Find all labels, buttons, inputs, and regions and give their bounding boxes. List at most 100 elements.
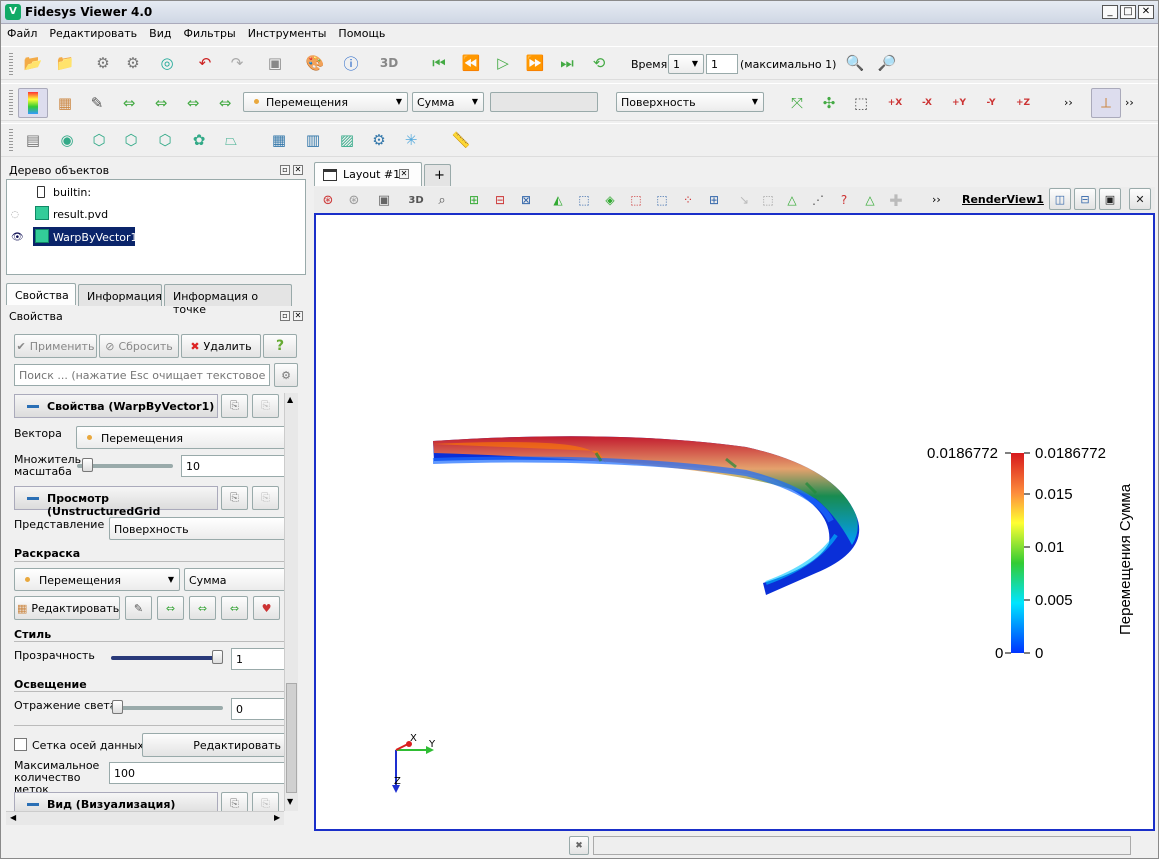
pipeline-item-warp[interactable]: WarpByVector1 <box>53 231 138 244</box>
extract-selection-icon[interactable]: ⬚ <box>756 188 780 212</box>
warp-icon[interactable]: ▥ <box>301 128 325 152</box>
first-frame-icon[interactable]: ⏮ <box>427 51 451 75</box>
tab-properties[interactable]: Свойства <box>6 283 76 305</box>
pipeline-item-result[interactable]: result.pvd <box>53 208 108 221</box>
connect-icon[interactable]: ⚙ <box>91 51 115 75</box>
contour-icon[interactable]: ◉ <box>55 128 79 152</box>
zoom-to-box-icon[interactable]: ⌕ <box>430 188 454 212</box>
scroll-thumb[interactable] <box>286 683 297 793</box>
copy-icon[interactable]: ⎘ <box>221 394 248 418</box>
copy-icon[interactable]: ⎘ <box>221 486 248 510</box>
clip-icon[interactable]: ⬡ <box>87 128 111 152</box>
reset-camera-icon[interactable]: ⤧ <box>785 91 809 115</box>
max-ticks-input[interactable]: 100 <box>109 762 286 784</box>
view-minus-x-icon[interactable]: -X <box>915 91 939 115</box>
last-frame-icon[interactable]: ⏭ <box>555 51 579 75</box>
select-block-icon[interactable]: ◭ <box>546 188 570 212</box>
specular-input[interactable]: 0 <box>231 698 286 720</box>
zoom-data-icon[interactable]: ✣ <box>817 91 841 115</box>
select-cells-icon[interactable]: ⊞ <box>462 188 486 212</box>
rescale-visible-icon[interactable]: ⇔ <box>213 91 237 115</box>
reset-camera-closest-icon[interactable]: ⊛ <box>342 188 366 212</box>
view-3d-toggle[interactable]: 3D <box>404 188 428 212</box>
rescale-time-icon[interactable]: ⇔ <box>181 91 205 115</box>
scale-factor-input[interactable]: 10 <box>181 455 286 477</box>
camera-icon[interactable]: ▣ <box>263 51 287 75</box>
select-points-interactive-icon[interactable]: ⬚ <box>624 188 648 212</box>
scroll-down-icon[interactable]: ▼ <box>287 797 293 806</box>
select-frustum-icon[interactable]: ⊠ <box>514 188 538 212</box>
open-file-icon[interactable]: 📂 <box>21 51 45 75</box>
scroll-left-icon[interactable]: ◀ <box>10 813 16 822</box>
color-legend-icon[interactable] <box>18 88 48 118</box>
extract-subset-icon[interactable]: ✿ <box>187 128 211 152</box>
paste-icon[interactable]: ⎘ <box>252 394 279 418</box>
properties-vscroll[interactable]: ▲ ▼ <box>284 393 298 811</box>
save-file-icon[interactable]: 📁 <box>53 51 77 75</box>
section-properties[interactable]: Свойства (WarpByVector1) <box>14 394 218 418</box>
coloring-component-select[interactable]: Сумма <box>184 568 286 591</box>
time-select[interactable]: 1 ▼ <box>668 54 704 74</box>
capture-screenshot-icon[interactable]: ▣ <box>372 188 396 212</box>
eye-hidden-icon[interactable]: ◌ <box>11 210 19 220</box>
group-icon[interactable]: ▨ <box>335 128 359 152</box>
undock-icon[interactable]: ▫ <box>280 311 290 321</box>
rescale-custom-icon[interactable]: ⇔ <box>149 91 173 115</box>
opacity-input[interactable]: 1 <box>231 648 286 670</box>
select-interactive-icon[interactable]: ◈ <box>598 188 622 212</box>
specular-thumb[interactable] <box>112 700 123 714</box>
disconnect-icon[interactable]: ⚙ <box>121 51 145 75</box>
advanced-settings-icon[interactable]: ⚙ <box>274 363 298 387</box>
component-select[interactable]: Сумма ▼ <box>412 92 484 112</box>
help-button[interactable]: ? <box>263 334 297 358</box>
custom-range-icon[interactable]: ✎ <box>85 91 109 115</box>
section-display[interactable]: Просмотр (UnstructuredGrid <box>14 486 218 518</box>
toolbar-grip[interactable] <box>9 129 13 153</box>
close-view-icon[interactable]: ✕ <box>1129 188 1151 210</box>
hover-cells-icon[interactable]: ⁘ <box>676 188 700 212</box>
maximize-view-icon[interactable]: ▣ <box>1099 188 1121 210</box>
blank-select[interactable] <box>490 92 598 112</box>
status-close-icon[interactable]: ✖ <box>569 836 589 855</box>
grow-selection-icon[interactable]: ⊞ <box>702 188 726 212</box>
toolbar-grip[interactable] <box>9 90 13 116</box>
slice-icon[interactable]: ⬡ <box>119 128 143 152</box>
edit-colormap-button[interactable]: ▦ Редактировать <box>14 596 120 620</box>
zoom-box-icon[interactable]: ⬚ <box>849 91 873 115</box>
undock-icon[interactable]: ▫ <box>280 165 290 175</box>
close-button[interactable]: ✕ <box>1138 5 1154 19</box>
view-plus-y-icon[interactable]: +Y <box>947 91 971 115</box>
render-canvas[interactable]: Z Y X 0.0186772 0 0.0186772 0.015 0.01 0… <box>316 215 1153 829</box>
deformed-band-model[interactable] <box>432 436 860 595</box>
next-frame-icon[interactable]: ⏩ <box>523 51 547 75</box>
vectors-select[interactable]: Перемещения <box>76 426 286 449</box>
point-selection-icon[interactable]: ⋰ <box>806 188 830 212</box>
loop-icon[interactable]: ⟲ <box>587 51 611 75</box>
find-data-add-icon[interactable]: 🔎 <box>875 51 899 75</box>
view-plus-z-icon[interactable]: +Z <box>1011 91 1035 115</box>
tab-close-icon[interactable]: ✕ <box>399 169 409 179</box>
split-horizontal-icon[interactable]: ◫ <box>1049 188 1071 210</box>
opacity-slider[interactable] <box>111 656 223 660</box>
properties-hscroll[interactable]: ◀ ▶ <box>6 811 284 825</box>
extract-level-icon[interactable]: ⚙ <box>367 128 391 152</box>
render-view[interactable]: Z Y X 0.0186772 0 0.0186772 0.015 0.01 0… <box>314 213 1155 831</box>
select-points-icon[interactable]: ⊟ <box>488 188 512 212</box>
redo-icon[interactable]: ↷ <box>225 51 249 75</box>
calculator-icon[interactable]: ▤ <box>21 128 45 152</box>
edit-colormap-icon[interactable]: ▦ <box>53 91 77 115</box>
ruler-icon[interactable]: 📏 <box>449 128 473 152</box>
shrink-selection-icon[interactable]: ↘ <box>732 188 756 212</box>
add-layout-tab[interactable]: + <box>424 164 451 186</box>
find-data-icon[interactable]: 🔍 <box>843 51 867 75</box>
paste-icon[interactable]: ⎘ <box>252 486 279 510</box>
query-cells-icon[interactable]: △ <box>858 188 882 212</box>
prev-frame-icon[interactable]: ⏪ <box>459 51 483 75</box>
representation-dropdown[interactable]: Поверхность <box>109 517 286 540</box>
undo-icon[interactable]: ↶ <box>193 51 217 75</box>
clear-selection-icon[interactable]: ✚ <box>884 188 908 212</box>
panel-close-icon[interactable]: ✕ <box>293 311 303 321</box>
reset-button[interactable]: ⊘ Сбросить <box>99 334 179 358</box>
view-toolbar-overflow[interactable]: ›› <box>932 193 941 206</box>
rescale-custom-icon[interactable]: ⇔ <box>189 596 216 620</box>
